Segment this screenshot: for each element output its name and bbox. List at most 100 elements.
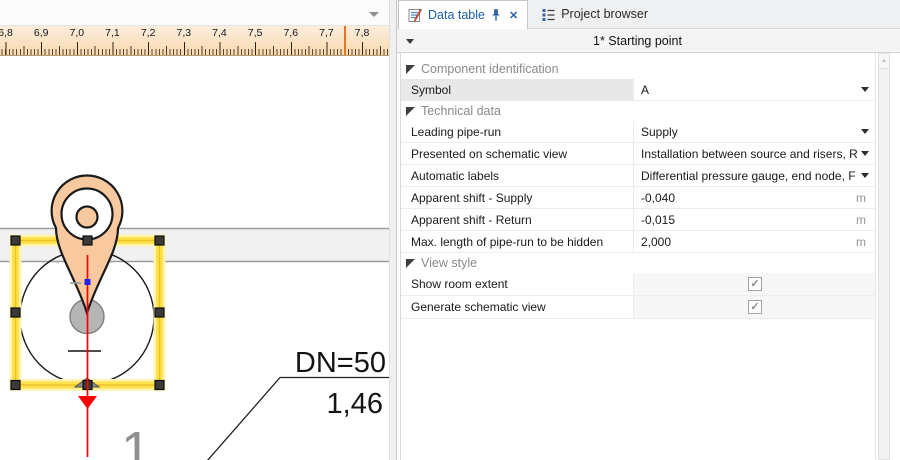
selected-object-title: 1* Starting point bbox=[397, 29, 878, 53]
flow-arrow-icon bbox=[78, 396, 97, 409]
ruler-tick-label: 7,1 bbox=[105, 27, 120, 39]
property-row: Generate schematic view ✓ bbox=[401, 296, 875, 319]
selection-handle[interactable] bbox=[11, 381, 20, 390]
dn-label: DN=50 bbox=[295, 347, 386, 379]
panel-splitter[interactable] bbox=[389, 0, 397, 460]
property-label[interactable]: Presented on schematic view bbox=[401, 143, 634, 164]
value-text: 2,000 bbox=[641, 235, 852, 249]
selection-handle[interactable] bbox=[11, 308, 20, 317]
property-value[interactable]: ✓ bbox=[634, 273, 875, 295]
ruler-ticks-major bbox=[0, 42, 389, 55]
property-row: Leading pipe-run Supply bbox=[401, 121, 875, 143]
expander-icon bbox=[406, 107, 415, 116]
property-row: Max. length of pipe-run to be hidden2,00… bbox=[401, 231, 875, 253]
value-text: Supply bbox=[641, 125, 857, 139]
property-label[interactable]: Max. length of pipe-run to be hidden bbox=[401, 231, 634, 252]
close-icon[interactable]: ✕ bbox=[507, 9, 518, 22]
property-row: Automatic labels Differential pressure ga… bbox=[401, 165, 875, 187]
ruler-tick-label: 7,8 bbox=[355, 27, 370, 39]
dropdown-arrow-icon[interactable] bbox=[861, 129, 869, 134]
horizontal-ruler: 6,8 6,9 7,0 7,1 7,2 7,3 7,4 7,5 7,6 7,7 7,8 bbox=[0, 26, 389, 56]
project-browser-icon bbox=[541, 7, 556, 22]
chevron-down-icon[interactable] bbox=[369, 12, 379, 17]
flow-value-label: 1,46 bbox=[327, 388, 383, 420]
ruler-tick-label: 7,4 bbox=[212, 27, 227, 39]
group-header[interactable]: Technical data bbox=[401, 101, 875, 121]
pin-icon[interactable] bbox=[490, 8, 502, 22]
tab-data-table[interactable]: Data table ✕ bbox=[398, 0, 528, 29]
tab-label: Project browser bbox=[561, 7, 648, 21]
panel-tabbar: Data table ✕ Project browser bbox=[397, 0, 900, 29]
selection-handle[interactable] bbox=[155, 308, 164, 317]
group-header[interactable]: Component identification bbox=[401, 59, 875, 79]
scroll-up-icon[interactable]: ▲ bbox=[879, 54, 889, 69]
drawing-canvas[interactable]: DN=50 1,46 1 bbox=[0, 56, 389, 460]
dropdown-arrow-icon[interactable] bbox=[861, 151, 869, 156]
group-label: Component identification bbox=[421, 62, 559, 76]
property-value[interactable]: Installation between source and risers, … bbox=[634, 143, 875, 164]
property-label[interactable]: Symbol bbox=[401, 79, 634, 100]
value-text: -0,015 bbox=[641, 213, 852, 227]
selection-handle[interactable] bbox=[155, 381, 164, 390]
property-label[interactable]: Show room extent bbox=[401, 273, 634, 295]
ruler-tick-label: 7,0 bbox=[70, 27, 85, 39]
property-value[interactable]: -0,040 m bbox=[634, 187, 875, 208]
value-text: A bbox=[641, 83, 857, 97]
property-value[interactable]: Supply bbox=[634, 121, 875, 142]
property-label[interactable]: Apparent shift - Return bbox=[401, 209, 634, 230]
selection-handle[interactable] bbox=[83, 236, 92, 245]
property-value[interactable]: -0,015 m bbox=[634, 209, 875, 230]
data-table-icon bbox=[408, 8, 423, 23]
value-text: -0,040 bbox=[641, 191, 852, 205]
ruler-tick-label: 6,8 bbox=[0, 27, 13, 39]
group-label: View style bbox=[421, 256, 477, 270]
property-label[interactable]: Leading pipe-run bbox=[401, 121, 634, 142]
node-number-label: 1 bbox=[121, 421, 151, 460]
property-label[interactable]: Generate schematic view bbox=[401, 296, 634, 318]
unit-label: m bbox=[856, 213, 869, 227]
property-value[interactable]: ✓ bbox=[634, 296, 875, 318]
dropdown-arrow-icon[interactable] bbox=[861, 173, 869, 178]
value-text: Installation between source and risers, … bbox=[641, 147, 857, 161]
selection-handle[interactable] bbox=[11, 236, 20, 245]
expander-icon bbox=[406, 259, 415, 268]
app-window: 6,8 6,9 7,0 7,1 7,2 7,3 7,4 7,5 7,6 7,7 7,8 DN=50 … bbox=[0, 0, 900, 460]
ruler-cursor-marker bbox=[344, 26, 346, 56]
property-value[interactable]: 2,000 m bbox=[634, 231, 875, 252]
unit-label: m bbox=[856, 191, 869, 205]
checkbox[interactable]: ✓ bbox=[748, 277, 762, 291]
ruler-tick-label: 7,7 bbox=[319, 27, 334, 39]
checkbox[interactable]: ✓ bbox=[748, 300, 762, 314]
pin-center-dot bbox=[77, 207, 98, 228]
ruler-tick-label: 7,2 bbox=[141, 27, 156, 39]
property-row: Show room extent ✓ bbox=[401, 273, 875, 296]
property-row: Apparent shift - Return -0,015 m bbox=[401, 209, 875, 231]
selection-handle[interactable] bbox=[155, 236, 164, 245]
tab-label: Data table bbox=[428, 8, 485, 22]
property-value[interactable]: Differential pressure gauge, end node, F bbox=[634, 165, 875, 186]
data-panel: Data table ✕ Project browser 1* Start bbox=[397, 0, 900, 460]
canvas-area[interactable]: 6,8 6,9 7,0 7,1 7,2 7,3 7,4 7,5 7,6 7,7 7,8 DN=50 … bbox=[0, 0, 389, 460]
property-grid: Component identification Symbol A Technical… bbox=[400, 53, 876, 460]
ruler-tick-label: 7,5 bbox=[248, 27, 263, 39]
group-label: Technical data bbox=[421, 104, 501, 118]
property-row: Apparent shift - Supply -0,040 m bbox=[401, 187, 875, 209]
value-text: Differential pressure gauge, end node, F bbox=[641, 169, 857, 183]
snap-point bbox=[85, 279, 91, 285]
property-label[interactable]: Apparent shift - Supply bbox=[401, 187, 634, 208]
property-label[interactable]: Automatic labels bbox=[401, 165, 634, 186]
ruler-tick-label: 7,6 bbox=[283, 27, 298, 39]
expander-icon bbox=[406, 65, 415, 74]
property-row: Symbol A bbox=[401, 79, 875, 101]
vertical-scrollbar[interactable]: ▲ bbox=[878, 53, 890, 460]
group-header[interactable]: View style bbox=[401, 253, 875, 273]
dropdown-arrow-icon[interactable] bbox=[861, 87, 869, 92]
ruler-tick-label: 6,9 bbox=[34, 27, 49, 39]
property-value[interactable]: A bbox=[634, 79, 875, 100]
property-row: Presented on schematic view Installation … bbox=[401, 143, 875, 165]
unit-label: m bbox=[856, 235, 869, 249]
canvas-toolbar-strip bbox=[0, 0, 389, 26]
tab-project-browser[interactable]: Project browser bbox=[532, 0, 657, 28]
panel-header: 1* Starting point bbox=[397, 29, 900, 53]
ruler-tick-label: 7,3 bbox=[176, 27, 191, 39]
